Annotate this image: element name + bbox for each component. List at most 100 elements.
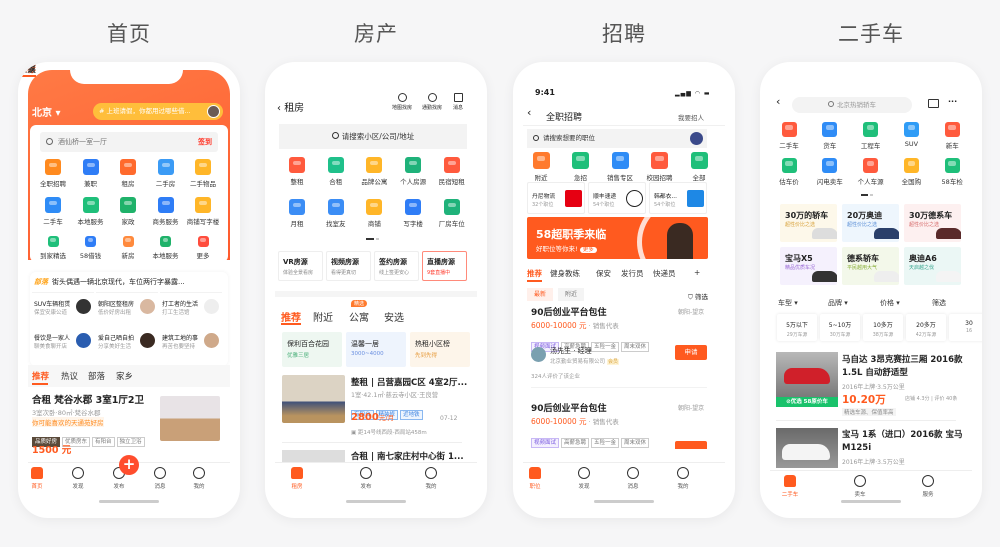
nav-item[interactable]: 消息: [142, 467, 178, 490]
tab[interactable]: 保安: [596, 268, 611, 279]
filter-dropdown[interactable]: 车型 ▾: [778, 298, 798, 308]
search-input[interactable]: 酒仙桥一室一厅 签到: [40, 132, 218, 152]
nav-item[interactable]: 我的: [413, 467, 449, 490]
grid-item[interactable]: 二手房: [146, 159, 186, 188]
nav-item[interactable]: 我的: [665, 467, 701, 490]
tab[interactable]: 发行员: [621, 268, 644, 279]
grid-item[interactable]: 全国购: [891, 158, 931, 186]
promo-card[interactable]: 20万奥迪 超性价比之选: [842, 204, 899, 242]
grid-item[interactable]: 二手车: [769, 122, 809, 150]
grid-item[interactable]: 二手车: [33, 197, 73, 226]
grid-item[interactable]: 月租: [277, 199, 317, 228]
grid-item[interactable]: 新车: [932, 122, 972, 150]
chip-latest[interactable]: 最新: [527, 288, 553, 301]
price-chip[interactable]: 5万以下 29万车源: [777, 314, 817, 341]
listing-title[interactable]: 宝马 1系（进口）2016款 宝马M125i: [842, 429, 967, 455]
grid-item[interactable]: 58车检: [932, 158, 972, 186]
grid-item[interactable]: 二手物品: [183, 159, 223, 188]
filter-dropdown[interactable]: 筛选: [932, 298, 946, 308]
nav-item[interactable]: 服务: [910, 475, 946, 498]
nav-item[interactable]: 首页: [19, 467, 55, 490]
price-chip[interactable]: 30 16: [949, 314, 982, 341]
top-icon-button[interactable]: 通勤找房: [418, 93, 446, 111]
nav-item[interactable]: 职位: [517, 467, 553, 490]
nav-item[interactable]: 我的: [181, 467, 217, 490]
nav-item[interactable]: 发现: [566, 467, 602, 490]
post-job-link[interactable]: 我要招人: [678, 112, 704, 122]
grid-item[interactable]: 合租: [316, 157, 356, 186]
feature-card[interactable]: 视频房源 看得更真切: [326, 251, 371, 281]
apply-button[interactable]: [675, 441, 707, 449]
community-item[interactable]: SUV车辆租赁 保宜安康公道: [32, 292, 94, 322]
grid-item[interactable]: SUV: [891, 122, 931, 148]
grid-item[interactable]: 找室友: [316, 199, 356, 228]
grid-item[interactable]: 销售专区: [600, 152, 640, 182]
promo-card[interactable]: 奥迪A6 天启越之伐: [904, 247, 961, 285]
car-photo[interactable]: [776, 428, 838, 468]
topic-banner[interactable]: # 上班请假，你都用过哪些借...: [93, 103, 223, 120]
grid-item[interactable]: 到家精选: [33, 236, 73, 260]
grid-item[interactable]: 闪电卖车: [810, 158, 850, 186]
grid-item[interactable]: 新房: [108, 236, 148, 260]
listing-title[interactable]: 合租 梵谷水郡 3室1厅2卫: [32, 392, 144, 406]
price-chip[interactable]: 10多万 38万车源: [863, 314, 903, 341]
tab[interactable]: 家乡: [116, 370, 133, 382]
promo-card[interactable]: 德系轿车 平民越用大气: [842, 247, 899, 285]
price-chip[interactable]: 5~10万 30万车源: [820, 314, 860, 341]
grid-item[interactable]: 商铺: [354, 199, 394, 228]
nav-item[interactable]: 租房: [279, 467, 315, 490]
tab[interactable]: 热议: [61, 370, 78, 382]
grid-item[interactable]: 租房: [108, 159, 148, 188]
nav-item[interactable]: 消息: [615, 467, 651, 490]
car-photo[interactable]: [776, 352, 838, 397]
grid-item[interactable]: 估车价: [769, 158, 809, 186]
nav-item[interactable]: 发现: [60, 467, 96, 490]
grid-item[interactable]: 本地服务: [71, 197, 111, 226]
grid-item[interactable]: 个人房源: [393, 157, 433, 186]
grid-item[interactable]: 58借钱: [71, 236, 111, 260]
collection-card[interactable]: 热租小区榜 先到先得: [410, 332, 470, 367]
listing-title[interactable]: 合租 | 南七家庄村中心街 1...: [351, 450, 464, 462]
tab[interactable]: 公寓: [349, 309, 369, 324]
top-icon-button[interactable]: 消息: [444, 93, 472, 111]
listing-photo[interactable]: [282, 375, 345, 423]
tab[interactable]: 快递员: [653, 268, 676, 279]
community-item[interactable]: 打工者的生活 打工生活馆: [160, 292, 222, 322]
promo-card[interactable]: 宝马X5 精品优质车况: [780, 247, 837, 285]
nav-item[interactable]: 发布: [348, 467, 384, 490]
collection-card[interactable]: 保利百合花园 优雅三居: [282, 332, 342, 367]
nav-item[interactable]: 卖车: [842, 475, 878, 498]
feature-card[interactable]: 签约房源 线上签更安心: [374, 251, 419, 281]
company-card[interactable]: 顺丰速递 54个职位: [588, 182, 646, 214]
promo-banner[interactable]: 58超职季来临 好职位等你来! 更多: [527, 217, 708, 259]
grid-item[interactable]: 品牌公寓: [354, 157, 394, 186]
filter-button[interactable]: ⛉ 筛选: [688, 291, 708, 302]
filter-dropdown[interactable]: 价格 ▾: [880, 298, 900, 308]
collection-card[interactable]: 温馨一居 3000~4000: [346, 332, 406, 367]
grid-item[interactable]: 校园招聘: [640, 152, 680, 182]
promo-card[interactable]: 30万的轿车 超性价比之选: [780, 204, 837, 242]
company-card[interactable]: 丹尼物流 32个职位: [527, 182, 585, 214]
promo-card[interactable]: 30万德系车 超性价比之选: [904, 204, 961, 242]
feature-card[interactable]: VR房源 体验全景看房: [278, 251, 323, 281]
grid-item[interactable]: 家政: [108, 197, 148, 226]
back-icon[interactable]: ‹: [527, 106, 531, 119]
grid-item[interactable]: 兼职: [71, 159, 111, 188]
community-item[interactable]: 餐饮是一家人 聊美食聊开店: [32, 327, 94, 357]
job-title[interactable]: 90后创业平台包住: [531, 401, 607, 414]
grid-item[interactable]: 商务服务: [146, 197, 186, 226]
grid-item[interactable]: 整租: [277, 157, 317, 186]
grid-item[interactable]: 急招: [561, 152, 601, 182]
message-icon[interactable]: [928, 99, 939, 108]
listing-title[interactable]: 整租 | 吕营嘉园C区 4室2厅...: [351, 376, 467, 388]
grid-item[interactable]: 货车: [810, 122, 850, 150]
apply-button[interactable]: 申请: [675, 345, 707, 360]
job-title[interactable]: 90后创业平台包住: [531, 305, 607, 318]
listing-photo[interactable]: [282, 450, 345, 462]
nav-item[interactable]: 二手车: [772, 475, 808, 498]
chip-nearby[interactable]: 附近: [558, 288, 584, 301]
assistant-robot-icon[interactable]: [690, 132, 703, 145]
search-input[interactable]: 北京热销轿车: [792, 97, 912, 113]
tab[interactable]: 部落: [88, 370, 105, 382]
news-ticker[interactable]: 部落 街头偶遇一辆北京现代，车位两行字暴露...: [34, 277, 222, 287]
